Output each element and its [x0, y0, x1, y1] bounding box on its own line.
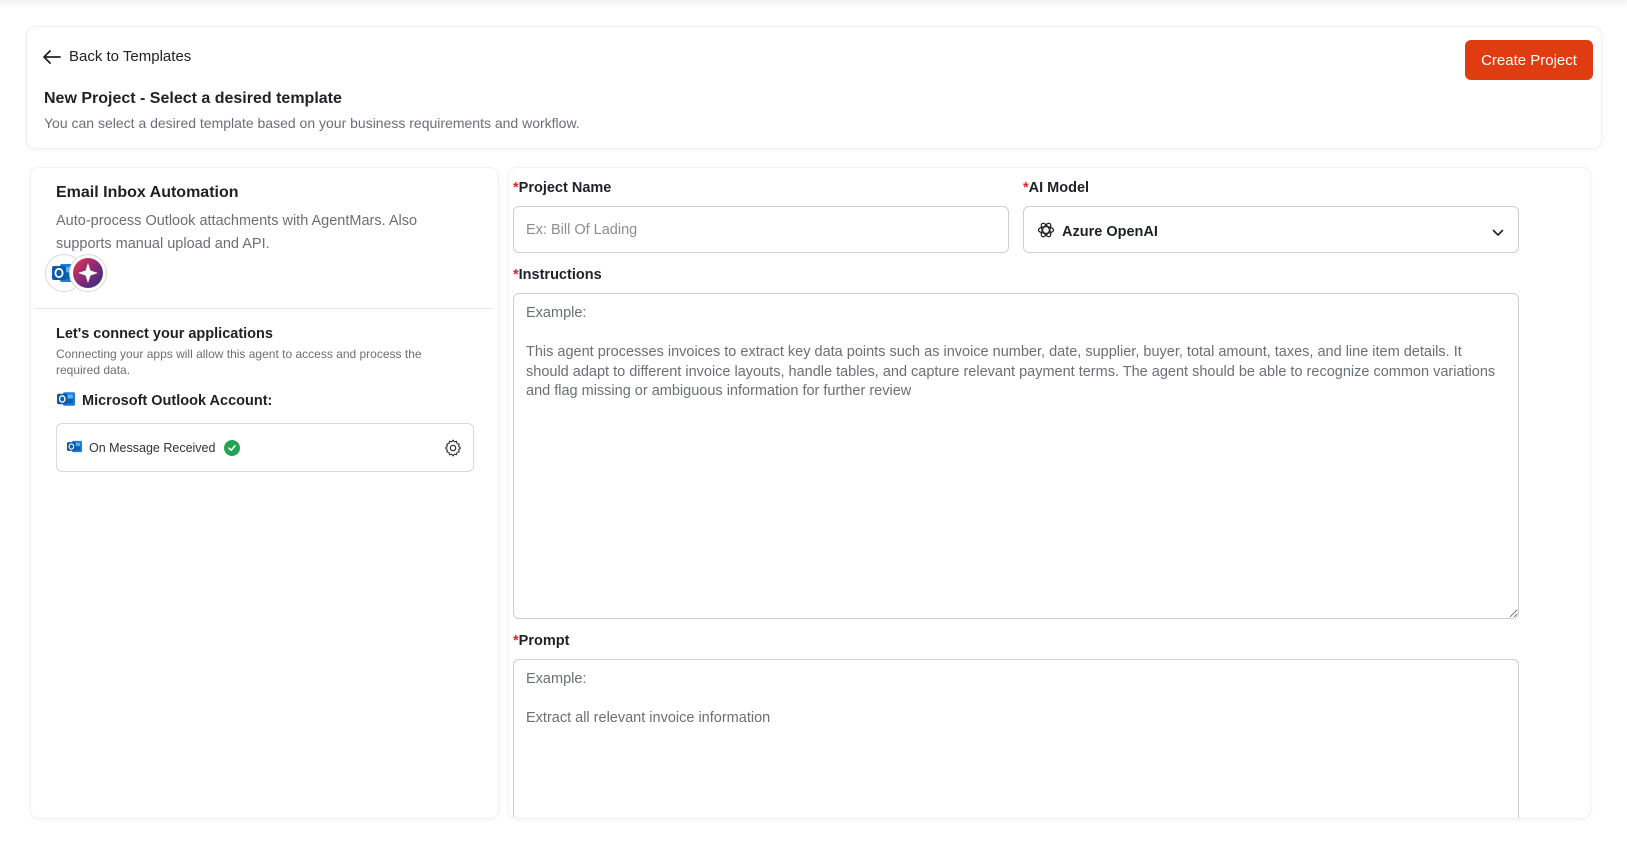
template-description: Auto-process Outlook attachments with Ag…	[56, 213, 418, 252]
instructions-label: *Instructions	[513, 267, 602, 283]
project-name-label-text: Project Name	[518, 180, 612, 196]
back-link-label: Back to Templates	[69, 48, 192, 65]
settings-gear-icon[interactable]	[443, 438, 463, 458]
ai-model-label: *AI Model	[1023, 180, 1089, 196]
template-title: Email Inbox Automation	[56, 184, 239, 201]
project-name-input[interactable]	[513, 206, 1009, 253]
connect-description: Connecting your apps will allow this age…	[56, 347, 422, 377]
outlook-icon	[56, 390, 76, 412]
ai-model-select[interactable]: Azure OpenAI	[1023, 206, 1519, 253]
project-name-label: *Project Name	[513, 180, 611, 196]
prompt-textarea[interactable]	[513, 659, 1519, 818]
connect-title: Let's connect your applications	[56, 326, 273, 342]
app-icons	[45, 254, 125, 292]
prompt-label: *Prompt	[513, 633, 569, 649]
arrow-left-icon	[43, 49, 61, 64]
top-fade	[0, 0, 1627, 8]
back-to-templates-link[interactable]: Back to Templates	[43, 48, 191, 65]
openai-icon	[1036, 220, 1056, 244]
prompt-label-text: Prompt	[518, 633, 570, 649]
project-form-card: *Project Name *AI Model Azure OpenAI *In…	[509, 168, 1590, 818]
instructions-label-text: Instructions	[518, 267, 602, 283]
ai-model-selected: Azure OpenAI	[1036, 220, 1158, 244]
agentmars-icon	[69, 254, 107, 292]
page-subtitle: You can select a desired template based …	[44, 115, 580, 131]
check-circle-icon	[224, 440, 241, 456]
outlook-account-text: Microsoft Outlook Account:	[82, 393, 273, 409]
ai-model-value: Azure OpenAI	[1062, 224, 1158, 240]
trigger-row: On Message Received	[66, 439, 241, 457]
ai-model-label-text: AI Model	[1028, 180, 1090, 196]
instructions-textarea[interactable]	[513, 293, 1519, 619]
header-card: Back to Templates New Project - Select a…	[27, 27, 1601, 148]
divider	[36, 308, 493, 309]
outlook-account-label: Microsoft Outlook Account:	[56, 390, 272, 412]
outlook-icon	[66, 439, 83, 457]
chevron-down-icon	[1492, 224, 1504, 242]
template-card: Email Inbox Automation Auto-process Outl…	[31, 168, 498, 818]
create-project-button[interactable]: Create Project	[1465, 40, 1593, 80]
trigger-box[interactable]: On Message Received	[56, 423, 474, 472]
trigger-label: On Message Received	[89, 441, 216, 455]
page-title: New Project - Select a desired template	[44, 90, 342, 107]
